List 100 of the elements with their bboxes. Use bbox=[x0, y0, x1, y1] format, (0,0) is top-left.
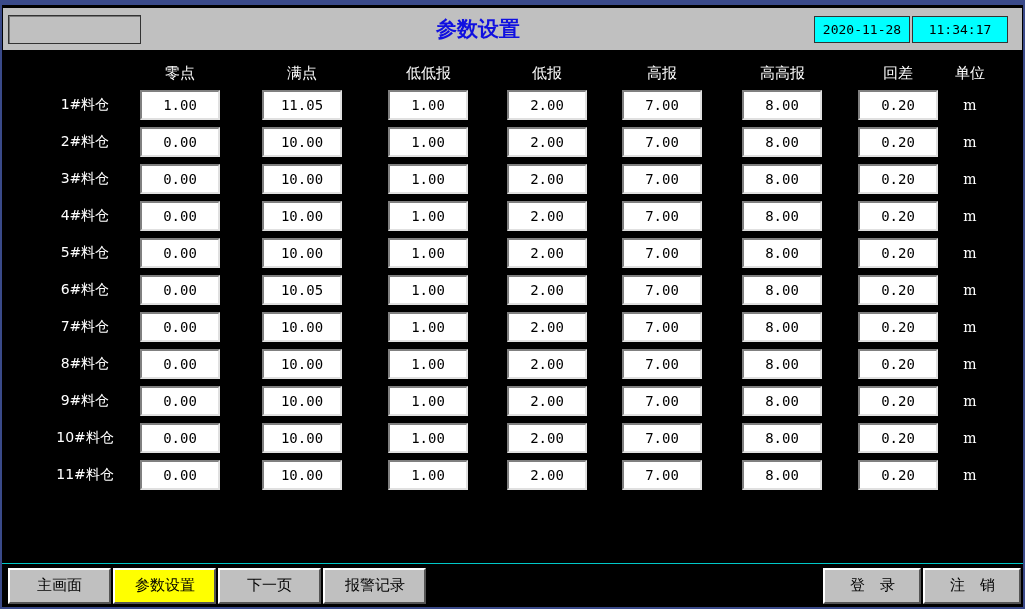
value-field[interactable]: 7.00 bbox=[622, 90, 702, 120]
value-field[interactable]: 2.00 bbox=[507, 275, 587, 305]
value-field[interactable]: 0.00 bbox=[140, 127, 220, 157]
column-header: 单位 bbox=[954, 64, 986, 83]
value-field[interactable]: 1.00 bbox=[388, 238, 468, 268]
value-field[interactable]: 0.00 bbox=[140, 460, 220, 490]
value-field[interactable]: 8.00 bbox=[742, 238, 822, 268]
value-field[interactable]: 0.20 bbox=[858, 460, 938, 490]
value-field[interactable]: 2.00 bbox=[507, 423, 587, 453]
value-field[interactable]: 10.00 bbox=[262, 349, 342, 379]
value-field[interactable]: 1.00 bbox=[388, 460, 468, 490]
value-field[interactable]: 10.00 bbox=[262, 423, 342, 453]
value-field[interactable]: 0.20 bbox=[858, 127, 938, 157]
value-field[interactable]: 0.20 bbox=[858, 386, 938, 416]
unit-label: m bbox=[962, 171, 978, 187]
value-field[interactable]: 0.20 bbox=[858, 349, 938, 379]
value-field[interactable]: 8.00 bbox=[742, 386, 822, 416]
unit-label: m bbox=[962, 430, 978, 446]
value-field[interactable]: 0.00 bbox=[140, 312, 220, 342]
value-field[interactable]: 10.00 bbox=[262, 460, 342, 490]
value-field[interactable]: 2.00 bbox=[507, 238, 587, 268]
value-field[interactable]: 10.00 bbox=[262, 201, 342, 231]
value-field[interactable]: 1.00 bbox=[388, 164, 468, 194]
screen-title: 参数设置 bbox=[434, 15, 521, 43]
value-field[interactable]: 1.00 bbox=[388, 127, 468, 157]
unit-label: m bbox=[962, 356, 978, 372]
value-field[interactable]: 8.00 bbox=[742, 164, 822, 194]
unit-label: m bbox=[962, 134, 978, 150]
unit-label: m bbox=[962, 245, 978, 261]
value-field[interactable]: 2.00 bbox=[507, 349, 587, 379]
action-button[interactable]: 注 销 bbox=[923, 567, 1021, 604]
nav-button[interactable]: 报警记录 bbox=[323, 567, 426, 604]
value-field[interactable]: 0.20 bbox=[858, 238, 938, 268]
value-field[interactable]: 1.00 bbox=[388, 386, 468, 416]
value-field[interactable]: 0.20 bbox=[858, 201, 938, 231]
value-field[interactable]: 0.00 bbox=[140, 201, 220, 231]
value-field[interactable]: 0.20 bbox=[858, 423, 938, 453]
value-field[interactable]: 1.00 bbox=[388, 275, 468, 305]
row-label: 1#料仓 bbox=[59, 96, 111, 114]
value-field[interactable]: 7.00 bbox=[622, 275, 702, 305]
value-field[interactable]: 10.05 bbox=[262, 275, 342, 305]
value-field[interactable]: 2.00 bbox=[507, 90, 587, 120]
value-field[interactable]: 7.00 bbox=[622, 127, 702, 157]
nav-button[interactable]: 主画面 bbox=[8, 567, 111, 604]
value-field[interactable]: 1.00 bbox=[388, 201, 468, 231]
nav-button[interactable]: 下一页 bbox=[218, 567, 321, 604]
value-field[interactable]: 7.00 bbox=[622, 386, 702, 416]
value-field[interactable]: 7.00 bbox=[622, 423, 702, 453]
value-field[interactable]: 0.00 bbox=[140, 238, 220, 268]
action-button[interactable]: 登 录 bbox=[823, 567, 921, 604]
value-field[interactable]: 7.00 bbox=[622, 349, 702, 379]
value-field[interactable]: 0.00 bbox=[140, 349, 220, 379]
value-field[interactable]: 8.00 bbox=[742, 312, 822, 342]
value-field[interactable]: 10.00 bbox=[262, 386, 342, 416]
value-field[interactable]: 0.00 bbox=[140, 164, 220, 194]
value-field[interactable]: 0.00 bbox=[140, 275, 220, 305]
value-field[interactable]: 8.00 bbox=[742, 127, 822, 157]
value-field[interactable]: 2.00 bbox=[507, 127, 587, 157]
value-field[interactable]: 2.00 bbox=[507, 201, 587, 231]
value-field[interactable]: 7.00 bbox=[622, 164, 702, 194]
nav-button[interactable]: 参数设置 bbox=[113, 567, 216, 604]
row-label: 8#料仓 bbox=[59, 355, 111, 373]
value-field[interactable]: 8.00 bbox=[742, 275, 822, 305]
value-field[interactable]: 7.00 bbox=[622, 312, 702, 342]
value-field[interactable]: 2.00 bbox=[507, 386, 587, 416]
value-field[interactable]: 7.00 bbox=[622, 460, 702, 490]
value-field[interactable]: 10.00 bbox=[262, 312, 342, 342]
row-label: 3#料仓 bbox=[59, 170, 111, 188]
value-field[interactable]: 0.00 bbox=[140, 386, 220, 416]
value-field[interactable]: 1.00 bbox=[388, 349, 468, 379]
value-field[interactable]: 1.00 bbox=[388, 423, 468, 453]
value-field[interactable]: 0.20 bbox=[858, 275, 938, 305]
value-field[interactable]: 1.00 bbox=[140, 90, 220, 120]
value-field[interactable]: 8.00 bbox=[742, 90, 822, 120]
column-header: 高报 bbox=[646, 64, 678, 83]
value-field[interactable]: 8.00 bbox=[742, 201, 822, 231]
value-field[interactable]: 7.00 bbox=[622, 238, 702, 268]
value-field[interactable]: 8.00 bbox=[742, 460, 822, 490]
value-field[interactable]: 7.00 bbox=[622, 201, 702, 231]
value-field[interactable]: 2.00 bbox=[507, 460, 587, 490]
value-field[interactable]: 11.05 bbox=[262, 90, 342, 120]
value-field[interactable]: 1.00 bbox=[388, 312, 468, 342]
value-field[interactable]: 0.00 bbox=[140, 423, 220, 453]
value-field[interactable]: 8.00 bbox=[742, 423, 822, 453]
row-label: 4#料仓 bbox=[59, 207, 111, 225]
unit-label: m bbox=[962, 393, 978, 409]
date-display: 2020-11-28 bbox=[814, 15, 910, 43]
value-field[interactable]: 2.00 bbox=[507, 164, 587, 194]
row-label: 11#料仓 bbox=[55, 466, 115, 484]
unit-label: m bbox=[962, 282, 978, 298]
value-field[interactable]: 10.00 bbox=[262, 238, 342, 268]
value-field[interactable]: 1.00 bbox=[388, 90, 468, 120]
value-field[interactable]: 8.00 bbox=[742, 349, 822, 379]
value-field[interactable]: 0.20 bbox=[858, 90, 938, 120]
value-field[interactable]: 10.00 bbox=[262, 164, 342, 194]
unit-label: m bbox=[962, 97, 978, 113]
value-field[interactable]: 2.00 bbox=[507, 312, 587, 342]
value-field[interactable]: 0.20 bbox=[858, 164, 938, 194]
value-field[interactable]: 0.20 bbox=[858, 312, 938, 342]
value-field[interactable]: 10.00 bbox=[262, 127, 342, 157]
